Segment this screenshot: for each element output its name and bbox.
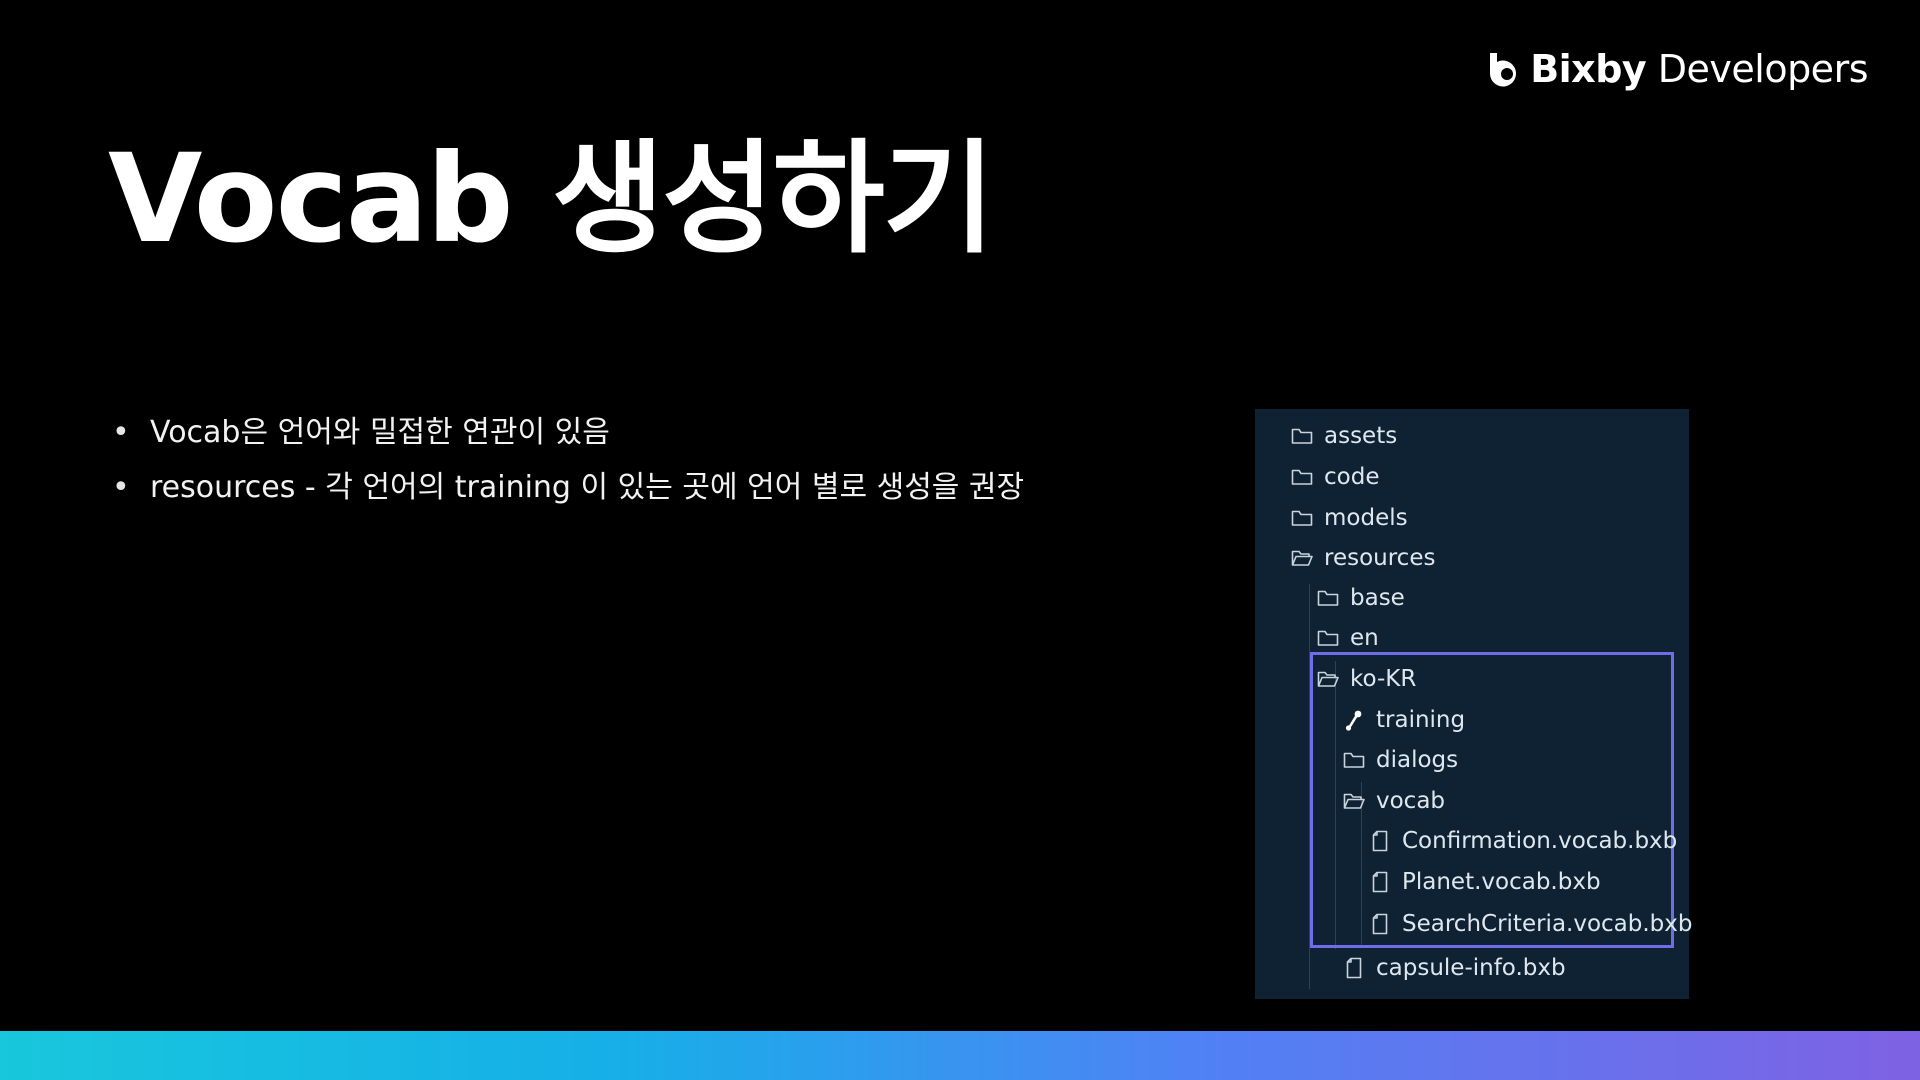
tree-item-label: code bbox=[1324, 464, 1380, 490]
folder-icon bbox=[1342, 749, 1366, 771]
bullet-item: resources - 각 언어의 training 이 있는 곳에 언어 별로… bbox=[110, 473, 1024, 504]
tree-item-confirmation-vocab[interactable]: Confirmation.vocab.bxb bbox=[1368, 824, 1677, 858]
tree-item-label: vocab bbox=[1376, 788, 1446, 814]
folder-icon bbox=[1290, 425, 1314, 447]
bixby-developers-logo: Bixby Developers bbox=[1486, 50, 1868, 88]
tree-item-capsule-info[interactable]: capsule-info.bxb bbox=[1342, 951, 1566, 985]
tree-item-searchcriteria-vocab[interactable]: SearchCriteria.vocab.bxb bbox=[1368, 907, 1693, 941]
tree-item-en[interactable]: en bbox=[1316, 621, 1379, 655]
tree-item-label: capsule-info.bxb bbox=[1376, 955, 1566, 981]
file-icon bbox=[1368, 871, 1392, 893]
folder-icon bbox=[1290, 466, 1314, 488]
folder-open-icon bbox=[1342, 790, 1366, 812]
bullet-list: Vocab은 언어와 밀접한 연관이 있음 resources - 각 언어의 … bbox=[110, 418, 1024, 528]
tree-item-label: Planet.vocab.bxb bbox=[1402, 869, 1601, 895]
tree-item-assets[interactable]: assets bbox=[1290, 419, 1397, 453]
folder-icon bbox=[1316, 627, 1340, 649]
file-icon bbox=[1368, 913, 1392, 935]
tree-item-models[interactable]: models bbox=[1290, 501, 1408, 535]
tree-item-planet-vocab[interactable]: Planet.vocab.bxb bbox=[1368, 865, 1601, 899]
tree-item-label: SearchCriteria.vocab.bxb bbox=[1402, 911, 1693, 937]
folder-open-icon bbox=[1316, 668, 1340, 690]
tree-item-label: en bbox=[1350, 625, 1379, 651]
file-tree-panel: assets code models resources base en ko-… bbox=[1255, 409, 1693, 999]
tree-item-label: models bbox=[1324, 505, 1408, 531]
tree-item-training[interactable]: training bbox=[1342, 703, 1465, 737]
tree-item-label: assets bbox=[1324, 423, 1398, 449]
tree-item-label: ko-KR bbox=[1350, 666, 1417, 692]
tree-item-code[interactable]: code bbox=[1290, 460, 1379, 494]
tree-item-label: dialogs bbox=[1376, 747, 1459, 773]
gradient-footer-bar bbox=[0, 1031, 1920, 1080]
tree-item-dialogs[interactable]: dialogs bbox=[1342, 743, 1458, 777]
tree-item-vocab[interactable]: vocab bbox=[1342, 784, 1445, 818]
folder-icon bbox=[1290, 507, 1314, 529]
tree-item-label: Confirmation.vocab.bxb bbox=[1402, 828, 1678, 854]
bixby-logo-icon bbox=[1490, 53, 1517, 87]
tree-item-label: resources bbox=[1324, 545, 1436, 571]
bullet-item: Vocab은 언어와 밀접한 연관이 있음 bbox=[110, 418, 1024, 449]
folder-icon bbox=[1316, 587, 1340, 609]
brand-wordmark: Bixby Developers bbox=[1530, 47, 1868, 91]
tree-item-label: base bbox=[1350, 585, 1405, 611]
training-icon bbox=[1342, 709, 1366, 731]
file-icon bbox=[1368, 830, 1392, 852]
file-icon bbox=[1342, 957, 1366, 979]
slide-title: Vocab 생성하기 bbox=[108, 128, 995, 270]
tree-item-label: training bbox=[1376, 707, 1466, 733]
tree-item-base[interactable]: base bbox=[1316, 581, 1405, 615]
tree-item-resources[interactable]: resources bbox=[1290, 541, 1435, 575]
tree-item-ko-kr[interactable]: ko-KR bbox=[1316, 662, 1416, 696]
folder-open-icon bbox=[1290, 547, 1314, 569]
